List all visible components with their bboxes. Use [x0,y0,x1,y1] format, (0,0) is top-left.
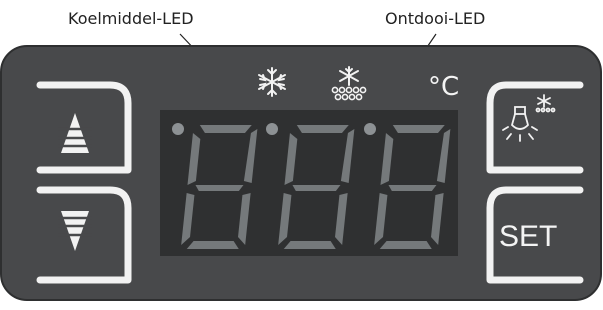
controller-panel: °C SET [0,45,603,303]
set-button-label: SET [499,220,557,253]
down-button[interactable] [42,196,122,274]
celsius-unit-label: °C [428,72,459,102]
light-button[interactable] [496,91,576,165]
led-1 [172,123,184,135]
up-button[interactable] [42,91,122,165]
set-button[interactable]: SET [496,196,576,274]
cooling-led [266,123,278,135]
defrost-led [364,123,376,135]
